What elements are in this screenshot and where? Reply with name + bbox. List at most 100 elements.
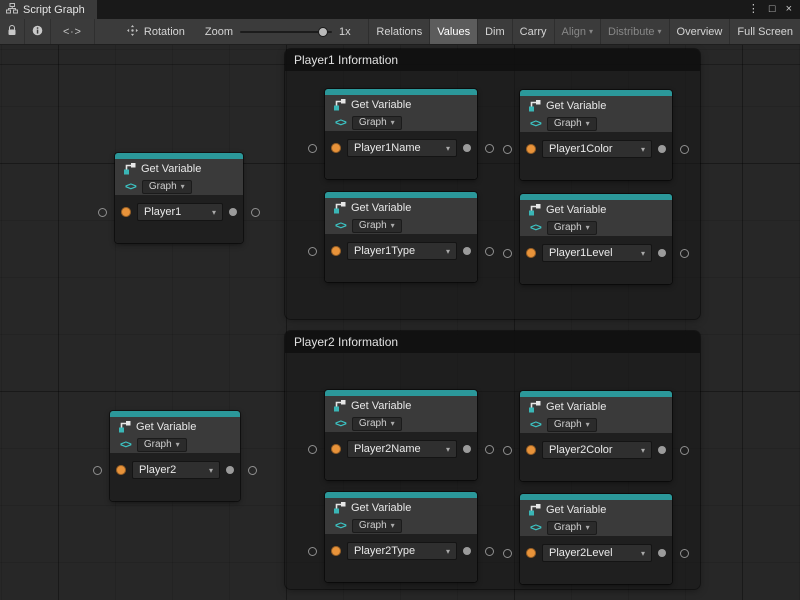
window-controls: ⋮ □ × [748, 0, 800, 19]
left-connection-port[interactable] [308, 445, 317, 454]
right-connection-port[interactable] [251, 208, 260, 217]
window-menu-icon[interactable]: ⋮ [748, 4, 759, 15]
left-connection-port[interactable] [503, 249, 512, 258]
window-tab-bar: Script Graph ⋮ □ × [0, 0, 800, 19]
left-connection-port[interactable] [93, 466, 102, 475]
value-output-dot [463, 247, 471, 255]
graph-kind-dropdown[interactable]: Graph ▾ [547, 418, 597, 432]
left-connection-port[interactable] [308, 144, 317, 153]
rotation-control[interactable]: Rotation [121, 19, 191, 44]
variable-name-dropdown[interactable]: Player1 ▾ [137, 203, 223, 221]
group-header[interactable]: Player1 Information [285, 49, 700, 71]
get-variable-node[interactable]: Get Variable <> Graph ▾ Player2Type ▾ [325, 492, 477, 582]
variable-name-dropdown[interactable]: Player1Type ▾ [347, 242, 457, 260]
toolbar-button-distribute[interactable]: Distribute ▾ [600, 19, 668, 44]
variable-input-port[interactable] [331, 546, 341, 556]
graph-kind-dropdown[interactable]: Graph ▾ [547, 221, 597, 235]
right-connection-port[interactable] [680, 145, 689, 154]
lock-button[interactable] [0, 19, 25, 44]
variable-name-dropdown[interactable]: Player1Name ▾ [347, 139, 457, 157]
graph-canvas[interactable]: Player1 Information Player2 Information … [0, 45, 800, 600]
get-variable-icon [528, 99, 541, 112]
value-output-dot [658, 249, 666, 257]
variable-name-dropdown[interactable]: Player1Color ▾ [542, 140, 652, 158]
right-connection-port[interactable] [248, 466, 257, 475]
right-connection-port[interactable] [485, 547, 494, 556]
variable-name-dropdown[interactable]: Player2Level ▾ [542, 544, 652, 562]
variable-input-port[interactable] [526, 445, 536, 455]
right-connection-port[interactable] [485, 247, 494, 256]
graph-kind-dropdown[interactable]: Graph ▾ [352, 417, 402, 431]
rotation-icon [127, 25, 138, 39]
window-close-icon[interactable]: × [786, 4, 792, 15]
right-connection-port[interactable] [680, 549, 689, 558]
get-variable-node[interactable]: Get Variable <> Graph ▾ Player2Name ▾ [325, 390, 477, 480]
toolbar-button-fullscreen[interactable]: Full Screen [729, 19, 800, 44]
toolbar-button-carry[interactable]: Carry [512, 19, 554, 44]
right-connection-port[interactable] [485, 445, 494, 454]
variable-name: Player2Type [354, 545, 415, 557]
variable-input-port[interactable] [116, 465, 126, 475]
get-variable-node[interactable]: Get Variable <> Graph ▾ Player2 ▾ [110, 411, 240, 501]
left-connection-port[interactable] [503, 446, 512, 455]
toolbar-button-relations[interactable]: Relations [368, 19, 429, 44]
zoom-slider[interactable] [240, 31, 332, 33]
get-variable-node[interactable]: Get Variable <> Graph ▾ Player1Name ▾ [325, 89, 477, 179]
info-button[interactable] [25, 19, 51, 44]
toolbar-button-align[interactable]: Align ▾ [554, 19, 600, 44]
zoom-slider-handle[interactable] [318, 27, 328, 37]
tab-script-graph[interactable]: Script Graph [0, 0, 97, 19]
left-connection-port[interactable] [503, 145, 512, 154]
get-variable-node[interactable]: Get Variable <> Graph ▾ Player2Color ▾ [520, 391, 672, 481]
left-connection-port[interactable] [503, 549, 512, 558]
variable-name-dropdown[interactable]: Player2Name ▾ [347, 440, 457, 458]
variable-input-port[interactable] [331, 444, 341, 454]
graph-kind-dropdown[interactable]: Graph ▾ [352, 519, 402, 533]
variable-name-dropdown[interactable]: Player2Color ▾ [542, 441, 652, 459]
node-value-row: Player2Color ▾ [526, 441, 666, 459]
variable-name-dropdown[interactable]: Player2Type ▾ [347, 542, 457, 560]
variable-input-port[interactable] [526, 548, 536, 558]
align-label: Align [562, 26, 586, 38]
right-connection-port[interactable] [680, 249, 689, 258]
node-title: Get Variable [141, 163, 201, 175]
graph-kind-dropdown[interactable]: Graph ▾ [547, 117, 597, 131]
graph-kind-dropdown[interactable]: Graph ▾ [547, 521, 597, 535]
left-connection-port[interactable] [308, 547, 317, 556]
embed-code-icon: <> [120, 439, 131, 451]
get-variable-node[interactable]: Get Variable <> Graph ▾ Player1Color ▾ [520, 90, 672, 180]
variable-name-dropdown[interactable]: Player1Level ▾ [542, 244, 652, 262]
embed-code-icon: <> [530, 222, 541, 234]
toolbar-button-dim[interactable]: Dim [477, 19, 512, 44]
graph-kind-dropdown[interactable]: Graph ▾ [352, 116, 402, 130]
get-variable-node[interactable]: Get Variable <> Graph ▾ Player1Type ▾ [325, 192, 477, 282]
right-connection-port[interactable] [485, 144, 494, 153]
graph-kind-dropdown[interactable]: Graph ▾ [352, 219, 402, 233]
left-connection-port[interactable] [98, 208, 107, 217]
variable-input-port[interactable] [331, 246, 341, 256]
graph-kind-dropdown[interactable]: Graph ▾ [137, 438, 187, 452]
embed-code-icon: <> [125, 181, 136, 193]
variable-input-port[interactable] [526, 144, 536, 154]
window-maximize-icon[interactable]: □ [769, 4, 776, 15]
caret-down-icon: ▾ [636, 145, 645, 154]
toolbar-button-overview[interactable]: Overview [669, 19, 730, 44]
graph-kind-dropdown[interactable]: Graph ▾ [142, 180, 192, 194]
code-view-button[interactable]: <∙> [51, 19, 95, 44]
node-title: Get Variable [546, 204, 606, 216]
variable-input-port[interactable] [121, 207, 131, 217]
caret-down-icon: ▾ [586, 119, 590, 128]
variable-name-dropdown[interactable]: Player2 ▾ [132, 461, 220, 479]
get-variable-node[interactable]: Get Variable <> Graph ▾ Player1 ▾ [115, 153, 243, 243]
variable-input-port[interactable] [331, 143, 341, 153]
toolbar-button-values[interactable]: Values [429, 19, 477, 44]
right-connection-port[interactable] [680, 446, 689, 455]
rotation-label: Rotation [144, 26, 185, 38]
get-variable-node[interactable]: Get Variable <> Graph ▾ Player2Level ▾ [520, 494, 672, 584]
group-header[interactable]: Player2 Information [285, 331, 700, 353]
variable-input-port[interactable] [526, 248, 536, 258]
get-variable-node[interactable]: Get Variable <> Graph ▾ Player1Level ▾ [520, 194, 672, 284]
left-connection-port[interactable] [308, 247, 317, 256]
variable-name: Player2Level [549, 547, 613, 559]
graph-kind-label: Graph [144, 439, 172, 450]
